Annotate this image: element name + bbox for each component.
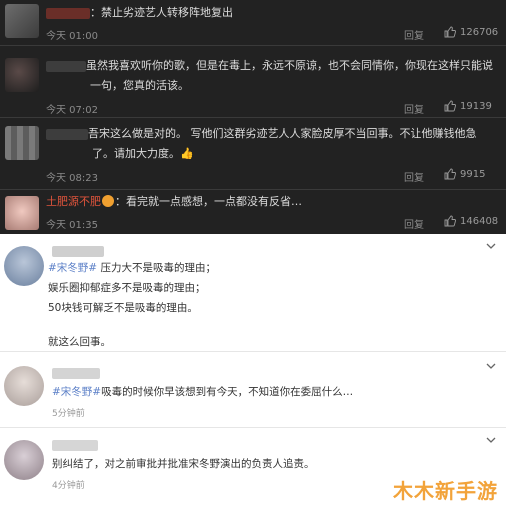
thumbs-up-icon bbox=[444, 215, 456, 227]
like-count: 9915 bbox=[460, 168, 486, 180]
thumbs-up-icon bbox=[444, 168, 456, 180]
comment-body: 虽然我喜欢听你的歌，但是在毒上，永远不原谅，也不会同情你，你现在这样只能说一句，… bbox=[86, 59, 493, 92]
comment-text: 别纠结了，对之前审批并批准宋冬野演出的负责人追责。 bbox=[52, 454, 486, 474]
blurred-username[interactable] bbox=[46, 7, 90, 19]
avatar[interactable] bbox=[5, 196, 39, 230]
avatar[interactable] bbox=[4, 246, 44, 286]
reply-button[interactable]: 回复 bbox=[404, 169, 424, 184]
hashtag-link[interactable]: #宋冬野# bbox=[52, 386, 101, 398]
blurred-username[interactable] bbox=[46, 128, 88, 140]
chevron-down-icon[interactable] bbox=[486, 242, 496, 250]
thumbs-up-icon bbox=[444, 26, 456, 38]
comment-body: ：看完就一点感想，一点都没有反省… bbox=[115, 195, 302, 208]
comment-time: 今天 01:00 bbox=[46, 31, 98, 42]
blurred-username[interactable] bbox=[46, 60, 86, 72]
comment-row: #宋冬野#吸毒的时候你早该想到有今天，不知道你在委屈什么… 5分钟前 bbox=[0, 352, 506, 428]
like-count: 146408 bbox=[460, 215, 499, 227]
comment-line: 50块钱可解乏不是吸毒的理由。 bbox=[48, 302, 198, 314]
comment-row: 吾宋这么做是对的。 写他们这群劣迹艺人人家脸皮厚不当回事。不让他赚钱他急了。请加… bbox=[0, 118, 506, 190]
chevron-down-icon[interactable] bbox=[486, 436, 496, 444]
comment-time: 今天 07:02 bbox=[46, 105, 98, 116]
like-button[interactable]: 9915 bbox=[444, 168, 485, 180]
hashtag-link[interactable]: #宋冬野# bbox=[48, 262, 97, 274]
reply-button[interactable]: 回复 bbox=[404, 101, 424, 116]
comment-row: 土肥源不肥 ：看完就一点感想，一点都没有反省… 今天 01:35 回复 14640… bbox=[0, 190, 506, 234]
commenter-name[interactable]: 土肥源不肥 bbox=[46, 195, 101, 208]
comment-time: 4分钟前 bbox=[52, 481, 85, 491]
comment-line: 娱乐圈抑郁症多不是吸毒的理由； bbox=[48, 282, 206, 294]
comment-time: 今天 08:23 bbox=[46, 173, 98, 184]
like-count: 126706 bbox=[460, 26, 499, 38]
comment-row: ：禁止劣迹艺人转移阵地复出 今天 01:00 回复 126706 bbox=[0, 0, 506, 46]
comment-text: 吾宋这么做是对的。 写他们这群劣迹艺人人家脸皮厚不当回事。不让他赚钱他急了。请加… bbox=[46, 124, 498, 164]
comment-time: 5分钟前 bbox=[52, 409, 85, 419]
comment-text: ：禁止劣迹艺人转移阵地复出 bbox=[46, 3, 498, 23]
comment-text: #宋冬野#吸毒的时候你早该想到有今天，不知道你在委屈什么… bbox=[52, 382, 486, 402]
comment-line bbox=[48, 318, 486, 332]
reply-button[interactable]: 回复 bbox=[404, 27, 424, 42]
comment-line: 压力大不是吸毒的理由； bbox=[100, 262, 216, 274]
like-count: 19139 bbox=[460, 100, 492, 112]
comment-text: 虽然我喜欢听你的歌，但是在毒上，永远不原谅，也不会同情你，你现在这样只能说一句，… bbox=[46, 56, 498, 96]
comment-row: #宋冬野# 压力大不是吸毒的理由； 娱乐圈抑郁症多不是吸毒的理由； 50块钱可解… bbox=[0, 234, 506, 352]
comment-body: 吾宋这么做是对的。 写他们这群劣迹艺人人家脸皮厚不当回事。不让他赚钱他急了。请加… bbox=[88, 127, 477, 160]
thumbs-up-icon bbox=[444, 100, 456, 112]
comment-line: 吸毒的时候你早该想到有今天，不知道你在委屈什么… bbox=[101, 386, 354, 398]
like-button[interactable]: 19139 bbox=[444, 100, 492, 112]
watermark: 木木新手游 bbox=[393, 479, 498, 503]
comment-time: 今天 01:35 bbox=[46, 220, 98, 231]
like-button[interactable]: 126706 bbox=[444, 26, 498, 38]
vip-badge-icon bbox=[102, 195, 114, 207]
like-button[interactable]: 146408 bbox=[444, 215, 498, 227]
blurred-username[interactable] bbox=[52, 246, 104, 258]
avatar[interactable] bbox=[5, 58, 39, 92]
blurred-username[interactable] bbox=[52, 440, 98, 452]
avatar[interactable] bbox=[4, 440, 44, 480]
comment-body: ：禁止劣迹艺人转移阵地复出 bbox=[90, 6, 233, 19]
dark-comment-section: ：禁止劣迹艺人转移阵地复出 今天 01:00 回复 126706 虽然我喜欢听你… bbox=[0, 0, 506, 234]
comment-row: 虽然我喜欢听你的歌，但是在毒上，永远不原谅，也不会同情你，你现在这样只能说一句，… bbox=[0, 46, 506, 118]
comment-line: 别纠结了，对之前审批并批准宋冬野演出的负责人追责。 bbox=[52, 458, 315, 470]
avatar[interactable] bbox=[5, 126, 39, 160]
comment-line: 就这么回事。 bbox=[48, 336, 111, 348]
reply-button[interactable]: 回复 bbox=[404, 216, 424, 231]
blurred-username[interactable] bbox=[52, 368, 100, 380]
avatar[interactable] bbox=[4, 366, 44, 406]
comment-text: 土肥源不肥 ：看完就一点感想，一点都没有反省… bbox=[46, 192, 498, 212]
avatar[interactable] bbox=[5, 4, 39, 38]
light-comment-section: #宋冬野# 压力大不是吸毒的理由； 娱乐圈抑郁症多不是吸毒的理由； 50块钱可解… bbox=[0, 234, 506, 508]
comment-text: #宋冬野# 压力大不是吸毒的理由； 娱乐圈抑郁症多不是吸毒的理由； 50块钱可解… bbox=[48, 258, 486, 352]
chevron-down-icon[interactable] bbox=[486, 362, 496, 370]
